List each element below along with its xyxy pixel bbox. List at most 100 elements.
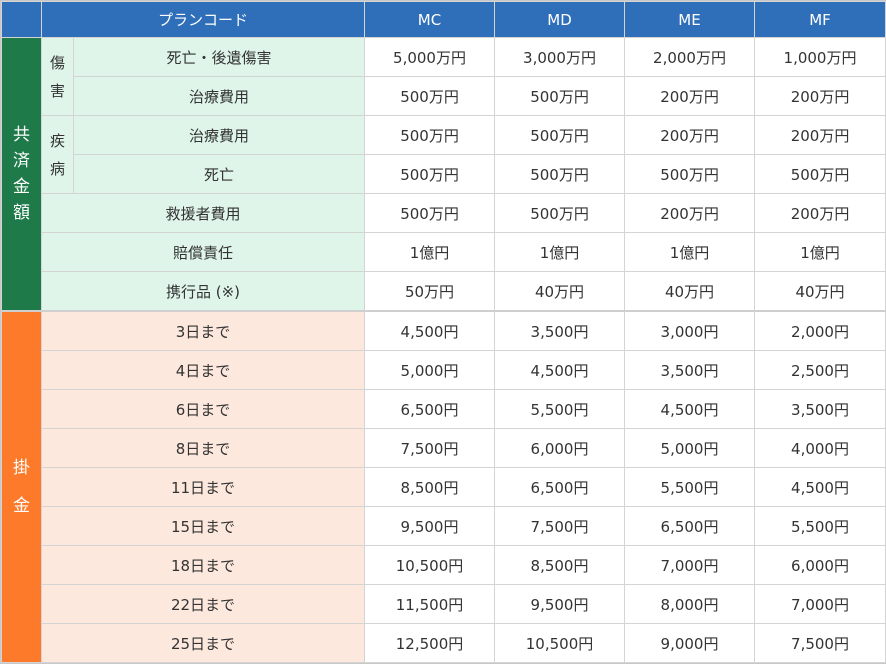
premium-duration-label: 22日まで (40, 584, 366, 624)
premium-row: 25日まで 12,500円 10,500円 9,000円 7,500円 (2, 623, 886, 663)
premium-value: 9,000円 (624, 623, 756, 663)
premium-value: 3,500円 (754, 389, 886, 429)
premium-duration-label: 11日まで (40, 467, 366, 507)
premium-section: 掛金 3日まで 4,500円 3,500円 3,000円 2,000円 4日まで 5,000円… (1, 310, 886, 663)
coverage-row-label: 死亡 (72, 154, 366, 194)
coverage-value: 200万円 (624, 76, 756, 116)
premium-side-label: 掛金 (1, 310, 42, 663)
premium-value: 5,500円 (494, 389, 626, 429)
premium-duration-label: 3日まで (40, 310, 366, 351)
premium-value: 5,000円 (624, 428, 756, 468)
premium-value: 7,500円 (364, 428, 496, 468)
premium-value: 10,500円 (494, 623, 626, 663)
premium-value: 2,500円 (754, 350, 886, 390)
premium-value: 5,500円 (754, 506, 886, 546)
premium-row: 22日まで 11,500円 9,500円 8,000円 7,000円 (2, 584, 886, 624)
coverage-value: 500万円 (494, 115, 626, 155)
premium-duration-label: 6日まで (40, 389, 366, 429)
coverage-value: 200万円 (754, 193, 886, 233)
coverage-row: 共済金額 傷害 死亡・後遺傷害 5,000万円 3,000万円 2,000万円 … (1, 37, 886, 312)
illness-category-label: 疾病 (41, 115, 74, 194)
premium-value: 4,500円 (494, 350, 626, 390)
plan-code-header: プランコード (40, 1, 366, 38)
premium-value: 5,000円 (364, 350, 496, 390)
coverage-value: 500万円 (364, 115, 496, 155)
premium-value: 3,000円 (624, 310, 756, 351)
coverage-value: 40万円 (624, 271, 756, 312)
coverage-value: 200万円 (754, 115, 886, 155)
coverage-value: 200万円 (624, 115, 756, 155)
premium-value: 8,500円 (494, 545, 626, 585)
header-corner (1, 1, 42, 38)
coverage-value: 200万円 (754, 76, 886, 116)
coverage-value: 2,000万円 (624, 37, 756, 77)
premium-row: 15日まで 9,500円 7,500円 6,500円 5,500円 (2, 506, 886, 546)
coverage-value: 500万円 (364, 193, 496, 233)
coverage-value: 500万円 (494, 193, 626, 233)
premium-value: 6,500円 (624, 506, 756, 546)
coverage-value: 5,000万円 (364, 37, 496, 77)
premium-value: 5,500円 (624, 467, 756, 507)
premium-duration-label: 25日まで (40, 623, 366, 663)
premium-duration-label: 8日まで (40, 428, 366, 468)
premium-row: 6日まで 6,500円 5,500円 4,500円 3,500円 (2, 389, 886, 429)
premium-row: 掛金 3日まで 4,500円 3,500円 3,000円 2,000円 (1, 310, 886, 663)
premium-row: 11日まで 8,500円 6,500円 5,500円 4,500円 (2, 467, 886, 507)
premium-value: 6,000円 (754, 545, 886, 585)
coverage-value: 500万円 (364, 76, 496, 116)
premium-duration-label: 15日まで (40, 506, 366, 546)
premium-value: 4,000円 (754, 428, 886, 468)
premium-value: 3,500円 (624, 350, 756, 390)
premium-duration-label: 4日まで (40, 350, 366, 390)
premium-value: 10,500円 (364, 545, 496, 585)
coverage-value: 500万円 (494, 154, 626, 194)
coverage-row: 疾病 治療費用 500万円 500万円 200万円 200万円 (2, 115, 886, 194)
header-row: プランコード MC MD ME MF (1, 1, 886, 38)
coverage-value: 1億円 (754, 232, 886, 272)
premium-value: 7,500円 (754, 623, 886, 663)
plan-header-mf: MF (754, 1, 886, 38)
injury-category-label: 傷害 (41, 37, 74, 116)
coverage-row: 治療費用 500万円 500万円 200万円 200万円 (2, 76, 886, 116)
coverage-value: 40万円 (494, 271, 626, 312)
plan-table-container: プランコード MC MD ME MF 共済金額 傷害 死亡・後遺傷害 5,000… (0, 0, 886, 664)
coverage-row-label: 治療費用 (72, 115, 366, 155)
coverage-value: 500万円 (754, 154, 886, 194)
premium-value: 6,500円 (494, 467, 626, 507)
coverage-value: 3,000万円 (494, 37, 626, 77)
coverage-row-label: 治療費用 (72, 76, 366, 116)
coverage-value: 1億円 (364, 232, 496, 272)
coverage-value: 1億円 (494, 232, 626, 272)
premium-duration-label: 18日まで (40, 545, 366, 585)
premium-value: 8,500円 (364, 467, 496, 507)
coverage-row: 死亡 500万円 500万円 500万円 500万円 (2, 154, 886, 194)
premium-value: 3,500円 (494, 310, 626, 351)
coverage-value: 50万円 (364, 271, 496, 312)
premium-value: 4,500円 (364, 310, 496, 351)
premium-row: 4日まで 5,000円 4,500円 3,500円 2,500円 (2, 350, 886, 390)
coverage-value: 500万円 (364, 154, 496, 194)
coverage-value: 40万円 (754, 271, 886, 312)
coverage-value: 1億円 (624, 232, 756, 272)
coverage-value: 1,000万円 (754, 37, 886, 77)
coverage-row: 携行品 (※) 50万円 40万円 40万円 40万円 (2, 271, 886, 312)
premium-value: 9,500円 (494, 584, 626, 624)
coverage-row-label: 携行品 (※) (40, 271, 366, 312)
premium-value: 4,500円 (754, 467, 886, 507)
premium-row: 18日まで 10,500円 8,500円 7,000円 6,000円 (2, 545, 886, 585)
coverage-row-label: 賠償責任 (40, 232, 366, 272)
coverage-value: 500万円 (624, 154, 756, 194)
coverage-row-label: 救援者費用 (40, 193, 366, 233)
premium-value: 7,000円 (754, 584, 886, 624)
coverage-value: 200万円 (624, 193, 756, 233)
coverage-value: 500万円 (494, 76, 626, 116)
plan-header-md: MD (494, 1, 626, 38)
premium-value: 9,500円 (364, 506, 496, 546)
premium-value: 4,500円 (624, 389, 756, 429)
premium-value: 2,000円 (754, 310, 886, 351)
plan-header-me: ME (624, 1, 756, 38)
coverage-side-label: 共済金額 (1, 37, 42, 312)
premium-value: 11,500円 (364, 584, 496, 624)
premium-value: 12,500円 (364, 623, 496, 663)
plan-header-mc: MC (364, 1, 496, 38)
